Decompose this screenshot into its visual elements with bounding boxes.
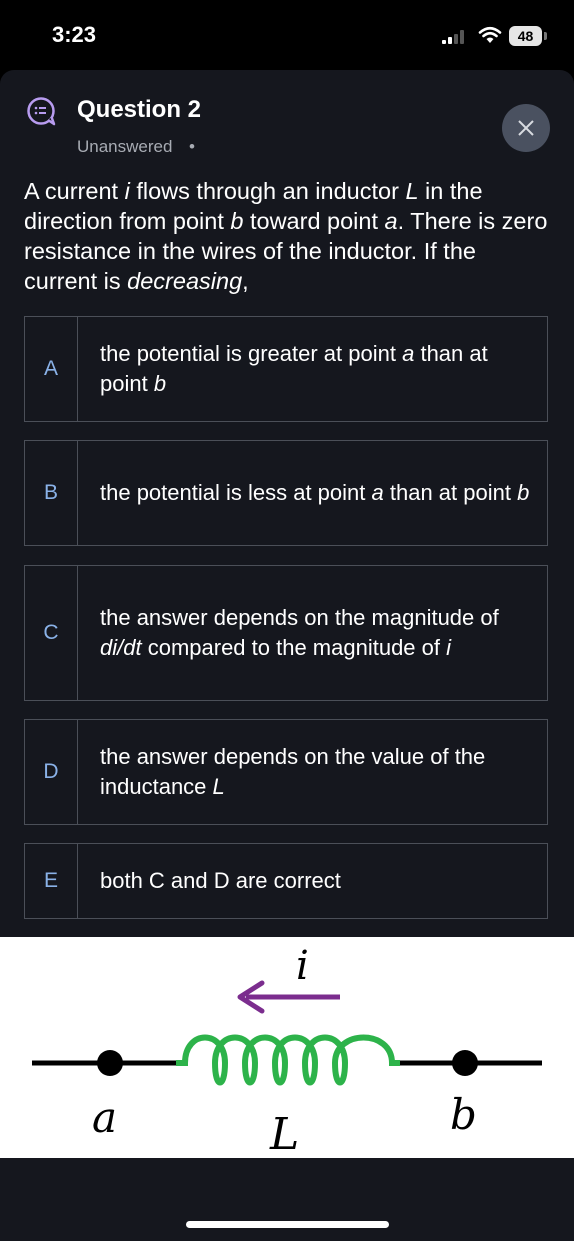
- cellular-signal-icon: [442, 30, 464, 44]
- answer-option-b[interactable]: B the potential is less at point a than …: [24, 440, 548, 546]
- answer-option-c[interactable]: C the answer depends on the magnitude of…: [24, 565, 548, 701]
- inductor-diagram: i a b L: [0, 937, 574, 1160]
- option-letter: A: [25, 317, 78, 421]
- home-indicator[interactable]: [186, 1221, 389, 1228]
- battery-tip: [544, 32, 547, 40]
- status-time: 3:23: [52, 22, 97, 47]
- answer-option-e[interactable]: E both C and D are correct: [24, 843, 548, 919]
- answer-option-a[interactable]: A the potential is greater at point a th…: [24, 316, 548, 422]
- close-icon: [518, 120, 534, 136]
- point-a-label: a: [92, 1093, 117, 1142]
- option-letter: D: [25, 720, 78, 824]
- circuit-figure: i a b L: [32, 943, 542, 1160]
- point-a-node: [97, 1050, 123, 1076]
- option-text: the potential is greater at point a than…: [100, 341, 488, 396]
- status-separator: •: [189, 137, 195, 156]
- option-text: the potential is less at point a than at…: [100, 480, 530, 505]
- inductor-coil: [176, 1034, 400, 1086]
- option-text: the answer depends on the magnitude of d…: [100, 605, 499, 660]
- question-status: Unanswered: [77, 137, 173, 156]
- current-arrow: [237, 980, 340, 1014]
- option-text: the answer depends on the value of the i…: [100, 744, 486, 799]
- option-letter: B: [25, 441, 78, 545]
- point-b-node: [452, 1050, 478, 1076]
- question-text: A current i flows through an inductor L …: [24, 178, 548, 294]
- wifi-icon: [478, 26, 502, 43]
- close-button[interactable]: [502, 104, 550, 152]
- status-bar: 3:23 48: [0, 0, 574, 70]
- current-label: i: [296, 943, 309, 989]
- question-list-icon: [27, 97, 56, 126]
- option-text: both C and D are correct: [100, 868, 341, 893]
- point-b-label: b: [450, 1090, 477, 1139]
- battery-icon: 48: [509, 26, 542, 46]
- answer-option-d[interactable]: D the answer depends on the value of the…: [24, 719, 548, 825]
- option-letter: E: [25, 844, 78, 918]
- question-title: Question 2: [77, 96, 202, 123]
- option-letter: C: [25, 566, 78, 700]
- inductor-label: L: [269, 1109, 299, 1158]
